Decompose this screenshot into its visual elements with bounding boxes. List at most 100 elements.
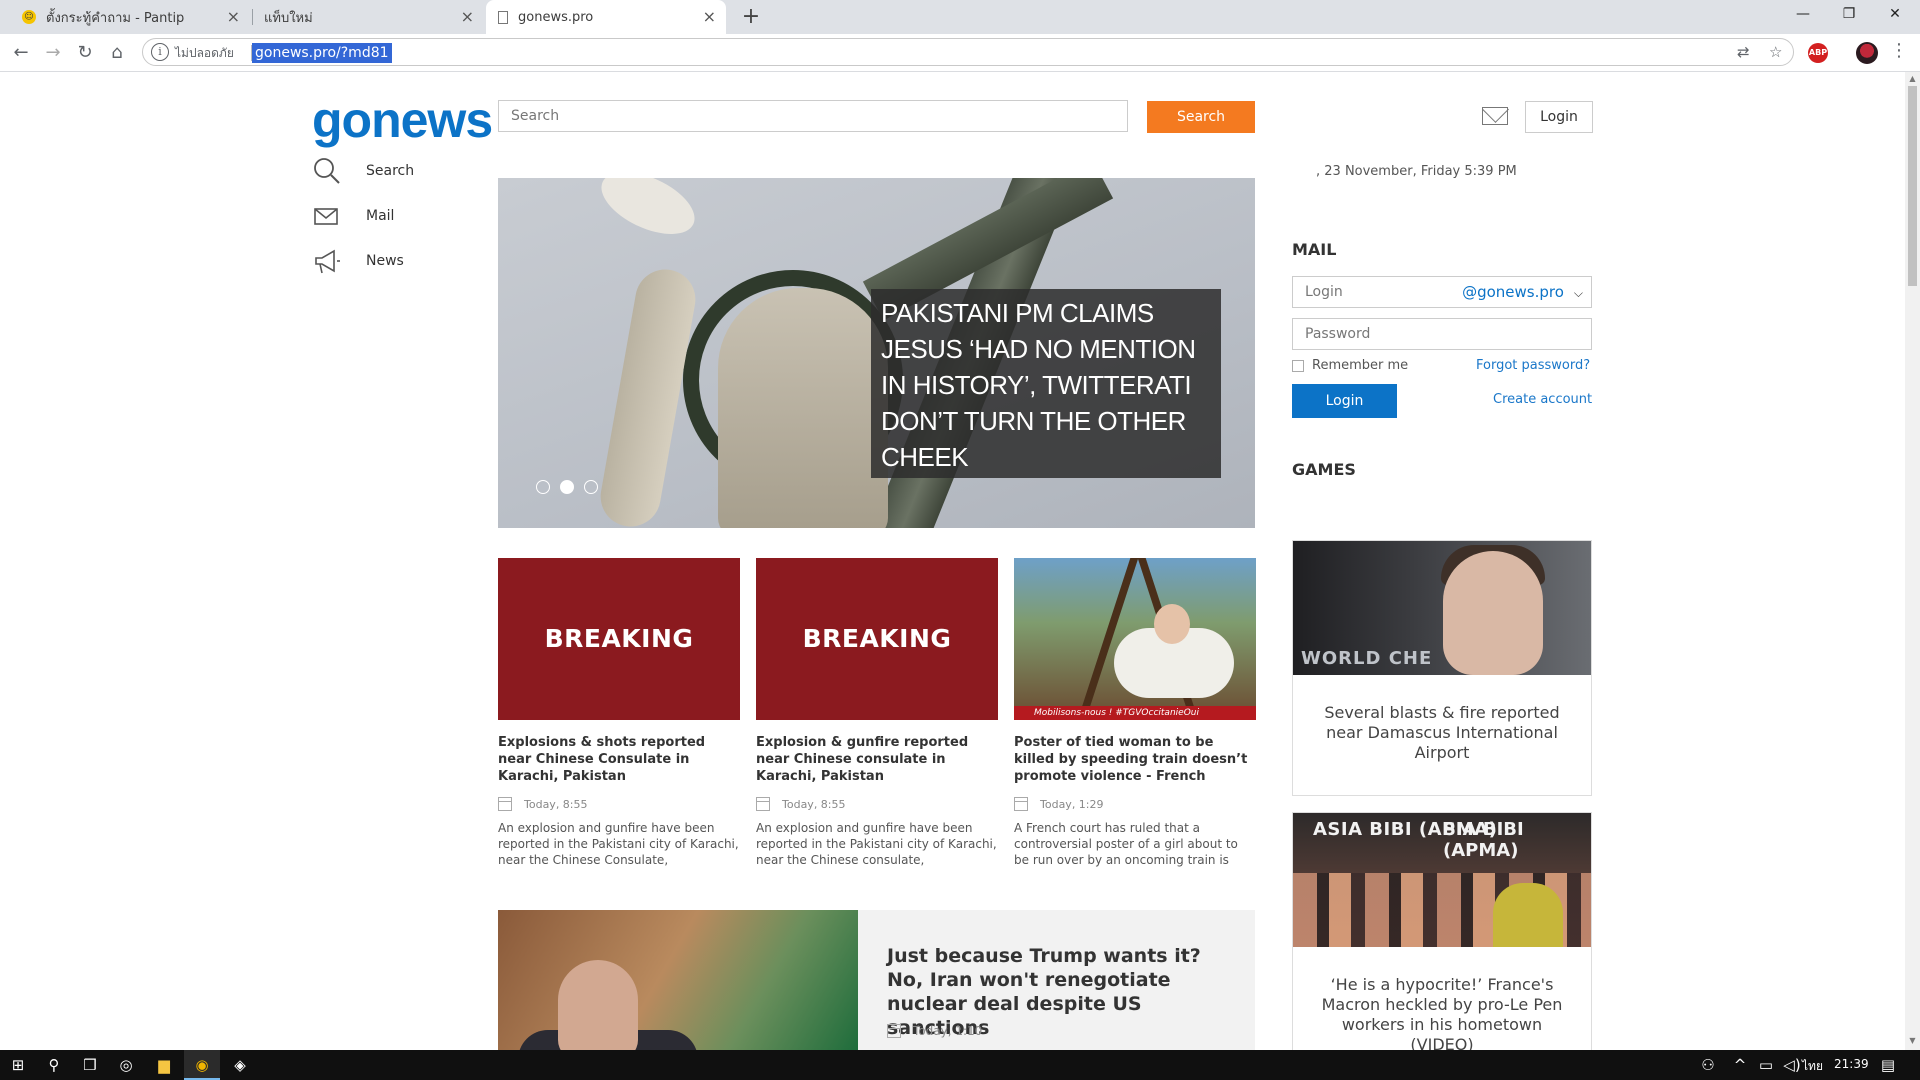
task-view-icon[interactable]: ❒ bbox=[72, 1050, 108, 1080]
feature-meta: Today, 1:10 bbox=[887, 1024, 982, 1038]
translate-icon[interactable]: ⇄ bbox=[1737, 43, 1750, 61]
url-text[interactable]: gonews.pro/?md81 bbox=[252, 43, 392, 63]
browser-toolbar: ← → ↻ ⌂ i ไม่ปลอดภัย gonews.pro/?md81 ⇄ … bbox=[0, 34, 1920, 72]
game-card[interactable]: ASIA BIBI (APMA) SIA BIBI (APMA) ‘He is … bbox=[1292, 812, 1592, 1050]
forgot-password-link[interactable]: Forgot password? bbox=[1476, 358, 1590, 373]
restore-button[interactable]: ❐ bbox=[1826, 0, 1872, 30]
game-title[interactable]: Several blasts & fire reported near Dama… bbox=[1293, 675, 1591, 763]
scroll-thumb[interactable] bbox=[1908, 86, 1917, 286]
game-image[interactable]: ASIA BIBI (APMA) SIA BIBI (APMA) bbox=[1293, 813, 1591, 947]
search-icon[interactable]: ⚲ bbox=[36, 1050, 72, 1080]
close-tab-icon[interactable]: × bbox=[461, 8, 474, 26]
page-scrollbar[interactable]: ▲ ▼ bbox=[1905, 72, 1920, 1050]
feature-image[interactable] bbox=[498, 910, 858, 1050]
tab-title: gonews.pro bbox=[518, 9, 594, 25]
app-icon[interactable]: ◎ bbox=[108, 1050, 144, 1080]
hero-slider[interactable]: PAKISTANI PM CLAIMS JESUS ‘HAD NO MENTIO… bbox=[498, 178, 1255, 528]
browser-menu-icon[interactable]: ⋮ bbox=[1890, 40, 1908, 61]
article-card[interactable]: BREAKING NEWS Explosions & shots reporte… bbox=[498, 558, 740, 868]
search-button[interactable]: Search bbox=[1147, 101, 1255, 133]
domain-select[interactable]: @gonews.pro ⌵ bbox=[1462, 277, 1583, 308]
minimize-button[interactable]: — bbox=[1780, 0, 1826, 30]
start-button[interactable]: ⊞ bbox=[0, 1050, 36, 1080]
file-explorer-icon[interactable]: ▆ bbox=[146, 1050, 182, 1080]
nav-item-search[interactable]: Search bbox=[312, 156, 414, 186]
adblock-extension-icon[interactable]: ABP bbox=[1808, 43, 1828, 63]
web-page: gonews Search Search Login Search Mail N… bbox=[0, 72, 1905, 1050]
login-button[interactable]: Login bbox=[1525, 101, 1593, 133]
image-figure bbox=[1493, 883, 1563, 947]
input-language[interactable]: ไทย bbox=[1802, 1057, 1823, 1076]
reload-button[interactable]: ↻ bbox=[71, 39, 99, 67]
site-logo[interactable]: gonews bbox=[312, 92, 493, 148]
domain-value: @gonews.pro bbox=[1462, 283, 1564, 301]
nav-label: Search bbox=[366, 163, 415, 179]
info-icon[interactable]: i bbox=[151, 43, 169, 61]
slider-dot-3[interactable] bbox=[584, 480, 598, 494]
security-indicator[interactable]: ไม่ปลอดภัย bbox=[175, 44, 234, 63]
game-title[interactable]: ‘He is a hypocrite!’ France's Macron hec… bbox=[1293, 947, 1591, 1050]
scroll-up-arrow[interactable]: ▲ bbox=[1905, 74, 1920, 86]
nav-item-news[interactable]: News bbox=[312, 246, 404, 276]
article-time: Today, 8:55 bbox=[782, 797, 846, 811]
mail-login-input[interactable]: Login @gonews.pro ⌵ bbox=[1292, 276, 1592, 308]
mail-password-input[interactable]: Password bbox=[1292, 318, 1592, 350]
article-image[interactable]: BREAKING NEWS bbox=[756, 558, 998, 720]
chrome-taskbar-icon[interactable]: ◉ bbox=[184, 1050, 220, 1080]
article-title[interactable]: Explosion & gunfire reported near Chines… bbox=[756, 734, 998, 786]
article-image[interactable]: Mobilisons-nous ! #TGVOccitanieOui bbox=[1014, 558, 1256, 720]
article-card[interactable]: Mobilisons-nous ! #TGVOccitanieOui Poste… bbox=[1014, 558, 1256, 868]
article-description: A French court has ruled that a controve… bbox=[1014, 821, 1238, 867]
notifications-icon[interactable]: ▤ bbox=[1870, 1050, 1906, 1080]
home-button[interactable]: ⌂ bbox=[103, 39, 131, 67]
close-window-button[interactable]: ✕ bbox=[1872, 0, 1918, 30]
hero-image-statue bbox=[718, 288, 888, 528]
mail-icon bbox=[312, 201, 342, 231]
nav-label: Mail bbox=[366, 208, 395, 224]
article-card[interactable]: BREAKING NEWS Explosion & gunfire report… bbox=[756, 558, 998, 868]
game-image[interactable]: WORLD CHE bbox=[1293, 541, 1591, 675]
scroll-down-arrow[interactable]: ▼ bbox=[1905, 1036, 1920, 1048]
article-title[interactable]: Explosions & shots reported near Chinese… bbox=[498, 734, 740, 786]
pantip-emoji-icon: ☺ bbox=[22, 10, 36, 24]
feature-article[interactable]: Just because Trump wants it? No, Iran wo… bbox=[498, 910, 1255, 1050]
article-title[interactable]: Poster of tied woman to be killed by spe… bbox=[1014, 734, 1256, 786]
mail-icon[interactable] bbox=[1482, 107, 1508, 125]
hero-caption[interactable]: PAKISTANI PM CLAIMS JESUS ‘HAD NO MENTIO… bbox=[871, 289, 1221, 478]
people-icon[interactable]: ⚇ bbox=[1690, 1050, 1726, 1080]
tab-gonews[interactable]: gonews.pro × bbox=[486, 0, 726, 34]
forward-button[interactable]: → bbox=[39, 39, 67, 67]
article-image[interactable]: BREAKING NEWS bbox=[498, 558, 740, 720]
nav-item-mail[interactable]: Mail bbox=[312, 201, 394, 231]
new-tab-button[interactable]: + bbox=[737, 3, 765, 31]
hero-image-seagull bbox=[592, 178, 704, 247]
game-card[interactable]: WORLD CHE Several blasts & fire reported… bbox=[1292, 540, 1592, 796]
clock[interactable]: 21:39 bbox=[1834, 1057, 1869, 1071]
image-figure-head bbox=[1154, 604, 1190, 644]
remember-checkbox[interactable] bbox=[1292, 359, 1304, 372]
slider-dot-2[interactable] bbox=[560, 480, 574, 494]
close-tab-icon[interactable]: × bbox=[227, 8, 240, 26]
bookmark-star-icon[interactable]: ☆ bbox=[1769, 43, 1782, 61]
mail-login-button[interactable]: Login bbox=[1292, 384, 1397, 418]
create-account-link[interactable]: Create account bbox=[1493, 392, 1592, 407]
address-bar[interactable]: i ไม่ปลอดภัย gonews.pro/?md81 ⇄ ☆ bbox=[142, 38, 1794, 66]
nav-label: News bbox=[366, 253, 404, 269]
slider-dot-1[interactable] bbox=[536, 480, 550, 494]
article-time: Today, 1:29 bbox=[1040, 797, 1104, 811]
search-input[interactable]: Search bbox=[498, 100, 1128, 132]
remember-me[interactable]: Remember me bbox=[1292, 358, 1408, 373]
app-icon[interactable]: ◈ bbox=[222, 1050, 258, 1080]
image-text: SIA BIBI (APMA) bbox=[1443, 819, 1524, 861]
feature-time: Today, 1:10 bbox=[913, 1024, 983, 1038]
tab-pantip[interactable]: ☺ ตั้งกระทู้คำถาม - Pantip × bbox=[10, 0, 250, 34]
calendar-icon bbox=[498, 797, 512, 811]
article-time: Today, 8:55 bbox=[524, 797, 588, 811]
profile-avatar[interactable] bbox=[1856, 42, 1878, 64]
tab-new-tab[interactable]: แท็บใหม่ × bbox=[252, 0, 484, 34]
article-meta: Today, 8:55 bbox=[498, 796, 740, 812]
image-text: WORLD CHE bbox=[1301, 648, 1433, 669]
search-icon bbox=[312, 156, 342, 186]
back-button[interactable]: ← bbox=[7, 39, 35, 67]
close-tab-icon[interactable]: × bbox=[703, 8, 716, 26]
